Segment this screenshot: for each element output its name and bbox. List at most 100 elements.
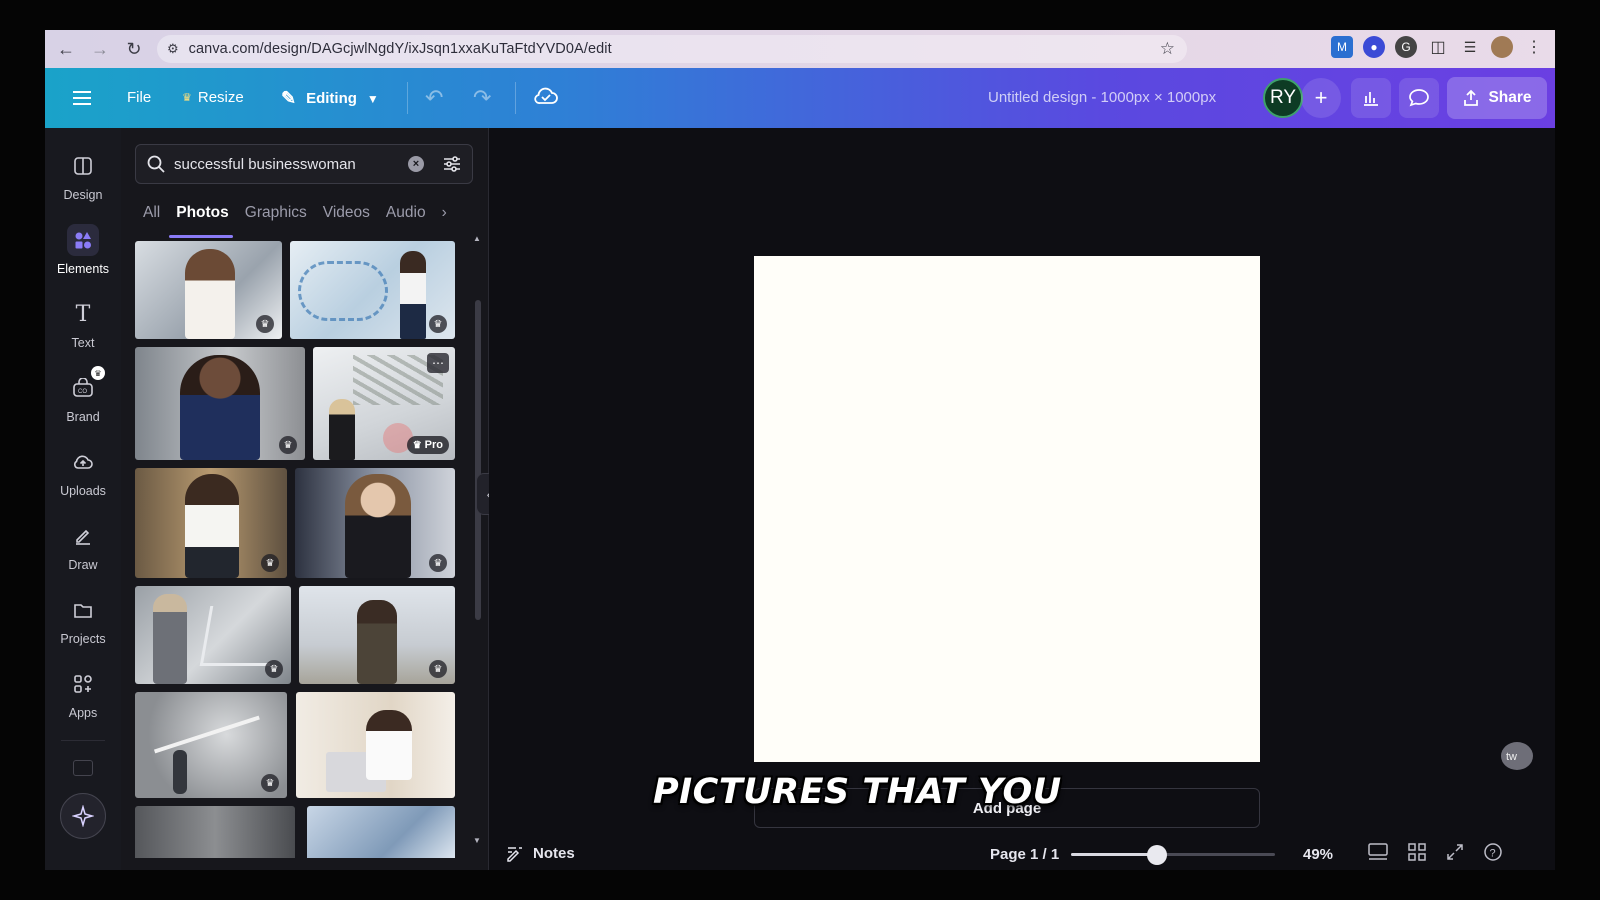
url-field[interactable]: ⚙ canva.com/design/DAGcjwlNgdY/ixJsqn1xx… [157,35,1187,63]
zoom-slider-fill [1071,853,1157,856]
cloud-save-icon[interactable] [533,84,559,113]
browser-menu-icon[interactable]: ⋮ [1523,36,1545,58]
sidebar-item-design[interactable]: Design [45,150,121,220]
photo-person-figure [173,750,187,794]
more-options-icon[interactable]: ⋯ [427,353,449,373]
sidebar-item-label: Projects [60,632,106,646]
resize-label: Resize [197,89,244,106]
photo-result[interactable] [307,806,455,858]
extensions-row: M ● G ◫ ☰ ⋮ [1331,36,1545,58]
sidebar-item-label: Draw [68,558,98,572]
panel-scrollbar[interactable]: ▲ ▼ [473,234,483,860]
zoom-slider-knob[interactable] [1146,845,1167,865]
scroll-up-icon[interactable]: ▲ [473,234,481,243]
pro-badge-label: Pro [424,439,443,451]
elements-icon [67,224,99,256]
fullscreen-icon[interactable] [1445,842,1465,862]
extension-m-icon[interactable]: M [1331,36,1353,58]
pro-badge: ♛ Pro [406,436,449,454]
photo-result[interactable]: ⋯ ♛ Pro [313,347,455,460]
profile-avatar-icon[interactable] [1491,36,1513,58]
forward-icon[interactable]: → [87,36,113,62]
magic-ai-button[interactable] [60,793,106,839]
main-menu-icon[interactable] [73,87,91,109]
tab-photos[interactable]: Photos [176,204,229,222]
editing-mode-dropdown[interactable]: ✎ Editing ▼ [281,88,379,109]
notes-button[interactable]: Notes [505,844,575,862]
extensions-puzzle-icon[interactable]: ◫ [1427,36,1449,58]
undo-icon[interactable]: ↶ [425,85,443,111]
pro-crown-icon: ♛ [412,439,422,451]
back-icon[interactable]: ← [53,36,79,62]
share-button[interactable]: Share [1447,77,1547,119]
photo-arrow-doodle [153,715,267,773]
photo-result[interactable]: ♛ [135,586,291,684]
sidebar-item-elements[interactable]: Elements [45,224,121,294]
sidebar-item-draw[interactable]: Draw [45,520,121,590]
active-tab-indicator [169,235,233,238]
extension-circle-icon[interactable]: ● [1363,36,1385,58]
page-indicator[interactable]: Page 1 / 1 [990,846,1059,863]
zoom-slider[interactable] [1071,845,1275,865]
tab-videos[interactable]: Videos [323,204,370,222]
design-title[interactable]: Untitled design - 1000px × 1000px [988,89,1216,106]
search-query: successful businesswoman [174,155,356,173]
scroll-thumb[interactable] [475,300,481,620]
bookmark-star-icon[interactable]: ☆ [1160,39,1175,59]
reload-icon[interactable]: ↻ [121,36,147,62]
chevron-down-icon: ▼ [366,91,379,106]
sidebar-item-projects[interactable]: Projects [45,594,121,664]
draw-icon [67,520,99,552]
page-view-icon[interactable] [1367,842,1389,862]
zoom-level[interactable]: 49% [1303,846,1333,863]
premium-crown-icon: ♛ [261,774,279,792]
photo-result[interactable] [135,806,295,858]
sidebar-item-label: Brand [66,410,100,424]
photo-person-figure [185,474,239,578]
resize-button[interactable]: ♛ Resize [182,89,244,106]
site-settings-icon[interactable]: ⚙ [167,41,179,57]
comments-icon[interactable] [1399,78,1439,118]
add-collaborator-icon[interactable]: + [1301,78,1341,118]
photo-result[interactable]: ♛ [135,468,287,578]
help-icon[interactable]: ? [1483,842,1503,862]
tabs-scroll-right-icon[interactable]: › [442,204,447,222]
toolbar-divider [515,82,516,114]
svg-text:CO: CO [78,389,87,395]
photo-result[interactable]: ♛ [135,241,282,339]
premium-crown-icon: ♛ [429,660,447,678]
filter-sliders-icon[interactable] [442,154,462,174]
resize-crown-icon: ♛ [182,92,192,104]
photo-result[interactable]: ♛ [290,241,455,339]
photo-result[interactable]: ♛ [299,586,455,684]
clear-search-icon[interactable]: × [408,156,424,172]
tab-graphics[interactable]: Graphics [245,204,307,222]
canvas-workspace: Add page Notes Page 1 / 1 49% ? tw [489,128,1555,870]
user-avatar[interactable]: RY [1263,78,1303,118]
photo-result[interactable]: ♛ [135,692,287,798]
photo-results-grid: ♛ ♛ ♛ ⋯ ♛ Pro ♛ ♛ ♛ ♛ ♛ [135,241,461,858]
file-menu[interactable]: File [127,89,151,106]
scroll-down-icon[interactable]: ▼ [473,836,481,845]
photo-result[interactable]: ♛ [295,468,455,578]
tab-all[interactable]: All [143,204,160,222]
photo-faded-icon[interactable] [73,760,93,776]
photo-result[interactable] [296,692,455,798]
toolbar-divider [407,82,408,114]
sidebar-item-text[interactable]: T Text [45,298,121,368]
brand-crown-badge-icon: ♛ [91,366,105,380]
sidebar-item-uploads[interactable]: Uploads [45,446,121,516]
design-page-canvas[interactable] [754,256,1260,762]
grid-view-icon[interactable] [1407,842,1427,862]
insights-chart-icon[interactable] [1351,78,1391,118]
sidebar-item-apps[interactable]: Apps [45,668,121,738]
photo-result[interactable]: ♛ [135,347,305,460]
media-control-icon[interactable]: ☰ [1459,36,1481,58]
rail-divider [61,740,105,741]
browser-address-bar: ← → ↻ ⚙ canva.com/design/DAGcjwlNgdY/ixJ… [45,30,1555,68]
redo-icon[interactable]: ↷ [473,85,491,111]
tab-audio[interactable]: Audio [386,204,426,222]
sidebar-item-brand[interactable]: CO ♛ Brand [45,366,121,442]
search-input[interactable]: successful businesswoman × [135,144,473,184]
extension-grammarly-icon[interactable]: G [1395,36,1417,58]
